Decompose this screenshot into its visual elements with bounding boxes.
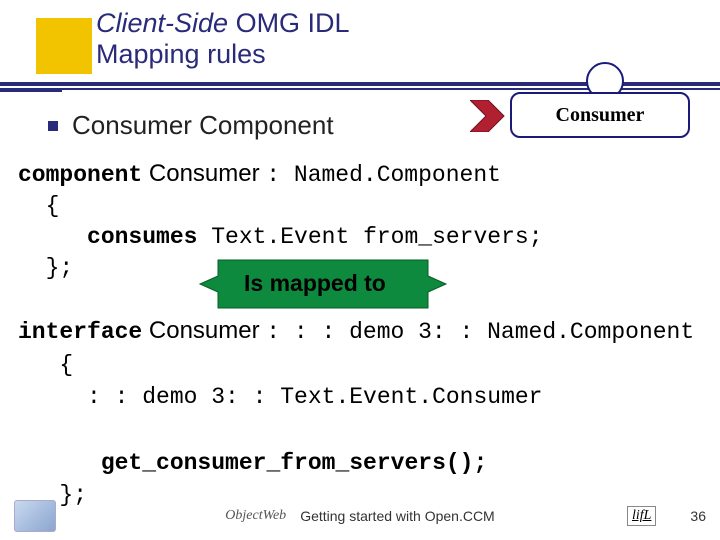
bullet-icon	[48, 121, 58, 131]
code2-name: Consumer	[142, 317, 266, 344]
kw-component: component	[18, 162, 142, 188]
bullet-text: Consumer Component	[72, 110, 334, 141]
code1-rest: : Named.Component	[266, 162, 501, 188]
code2-l2: {	[18, 352, 73, 378]
title-rule-short	[0, 90, 62, 92]
bullet-consumer-component: Consumer Component	[48, 110, 334, 141]
kw-interface: interface	[18, 319, 142, 345]
code2-l1-rest: : : : demo 3: : Named.Component	[266, 319, 694, 345]
code2-l5: get_consumer_from_servers();	[18, 450, 487, 476]
page-number: 36	[690, 508, 706, 524]
footer-center: ObjectWeb Getting started with Open.CCM	[225, 508, 494, 524]
code1-name: Consumer	[142, 160, 266, 187]
consumer-component-label: Consumer	[556, 104, 645, 127]
code1-l2: {	[18, 193, 59, 219]
mapped-label: Is mapped to	[238, 270, 392, 297]
footer-left	[14, 500, 56, 532]
footer-caption: Getting started with Open.CCM	[300, 508, 495, 524]
title-line1-italic: Client-Side	[96, 8, 228, 38]
title-block: Client-Side OMG IDL Mapping rules	[38, 8, 680, 70]
consumer-component-box: Consumer	[510, 92, 690, 138]
code1-l3-rest: Text.Event from_servers;	[197, 224, 542, 250]
footer-right: lifL 36	[627, 506, 706, 526]
slide-title: Client-Side OMG IDL Mapping rules	[38, 8, 680, 70]
interface-code-block: interface Consumer : : : demo 3: : Named…	[18, 314, 702, 512]
title-line1-rest: OMG IDL	[228, 8, 350, 38]
consumer-receptacle-arrow-icon	[470, 100, 506, 132]
objectweb-logo: ObjectWeb	[225, 508, 286, 524]
slide-footer: ObjectWeb Getting started with Open.CCM …	[0, 500, 720, 534]
slide: Client-Side OMG IDL Mapping rules Consum…	[0, 0, 720, 540]
kw-consumes: consumes	[18, 224, 197, 250]
footer-logo-icon	[14, 500, 56, 532]
code2-l3: : : demo 3: : Text.Event.Consumer	[18, 384, 543, 410]
code1-l4: };	[18, 255, 73, 281]
lifl-logo: lifL	[627, 506, 656, 526]
title-line2: Mapping rules	[96, 39, 266, 69]
